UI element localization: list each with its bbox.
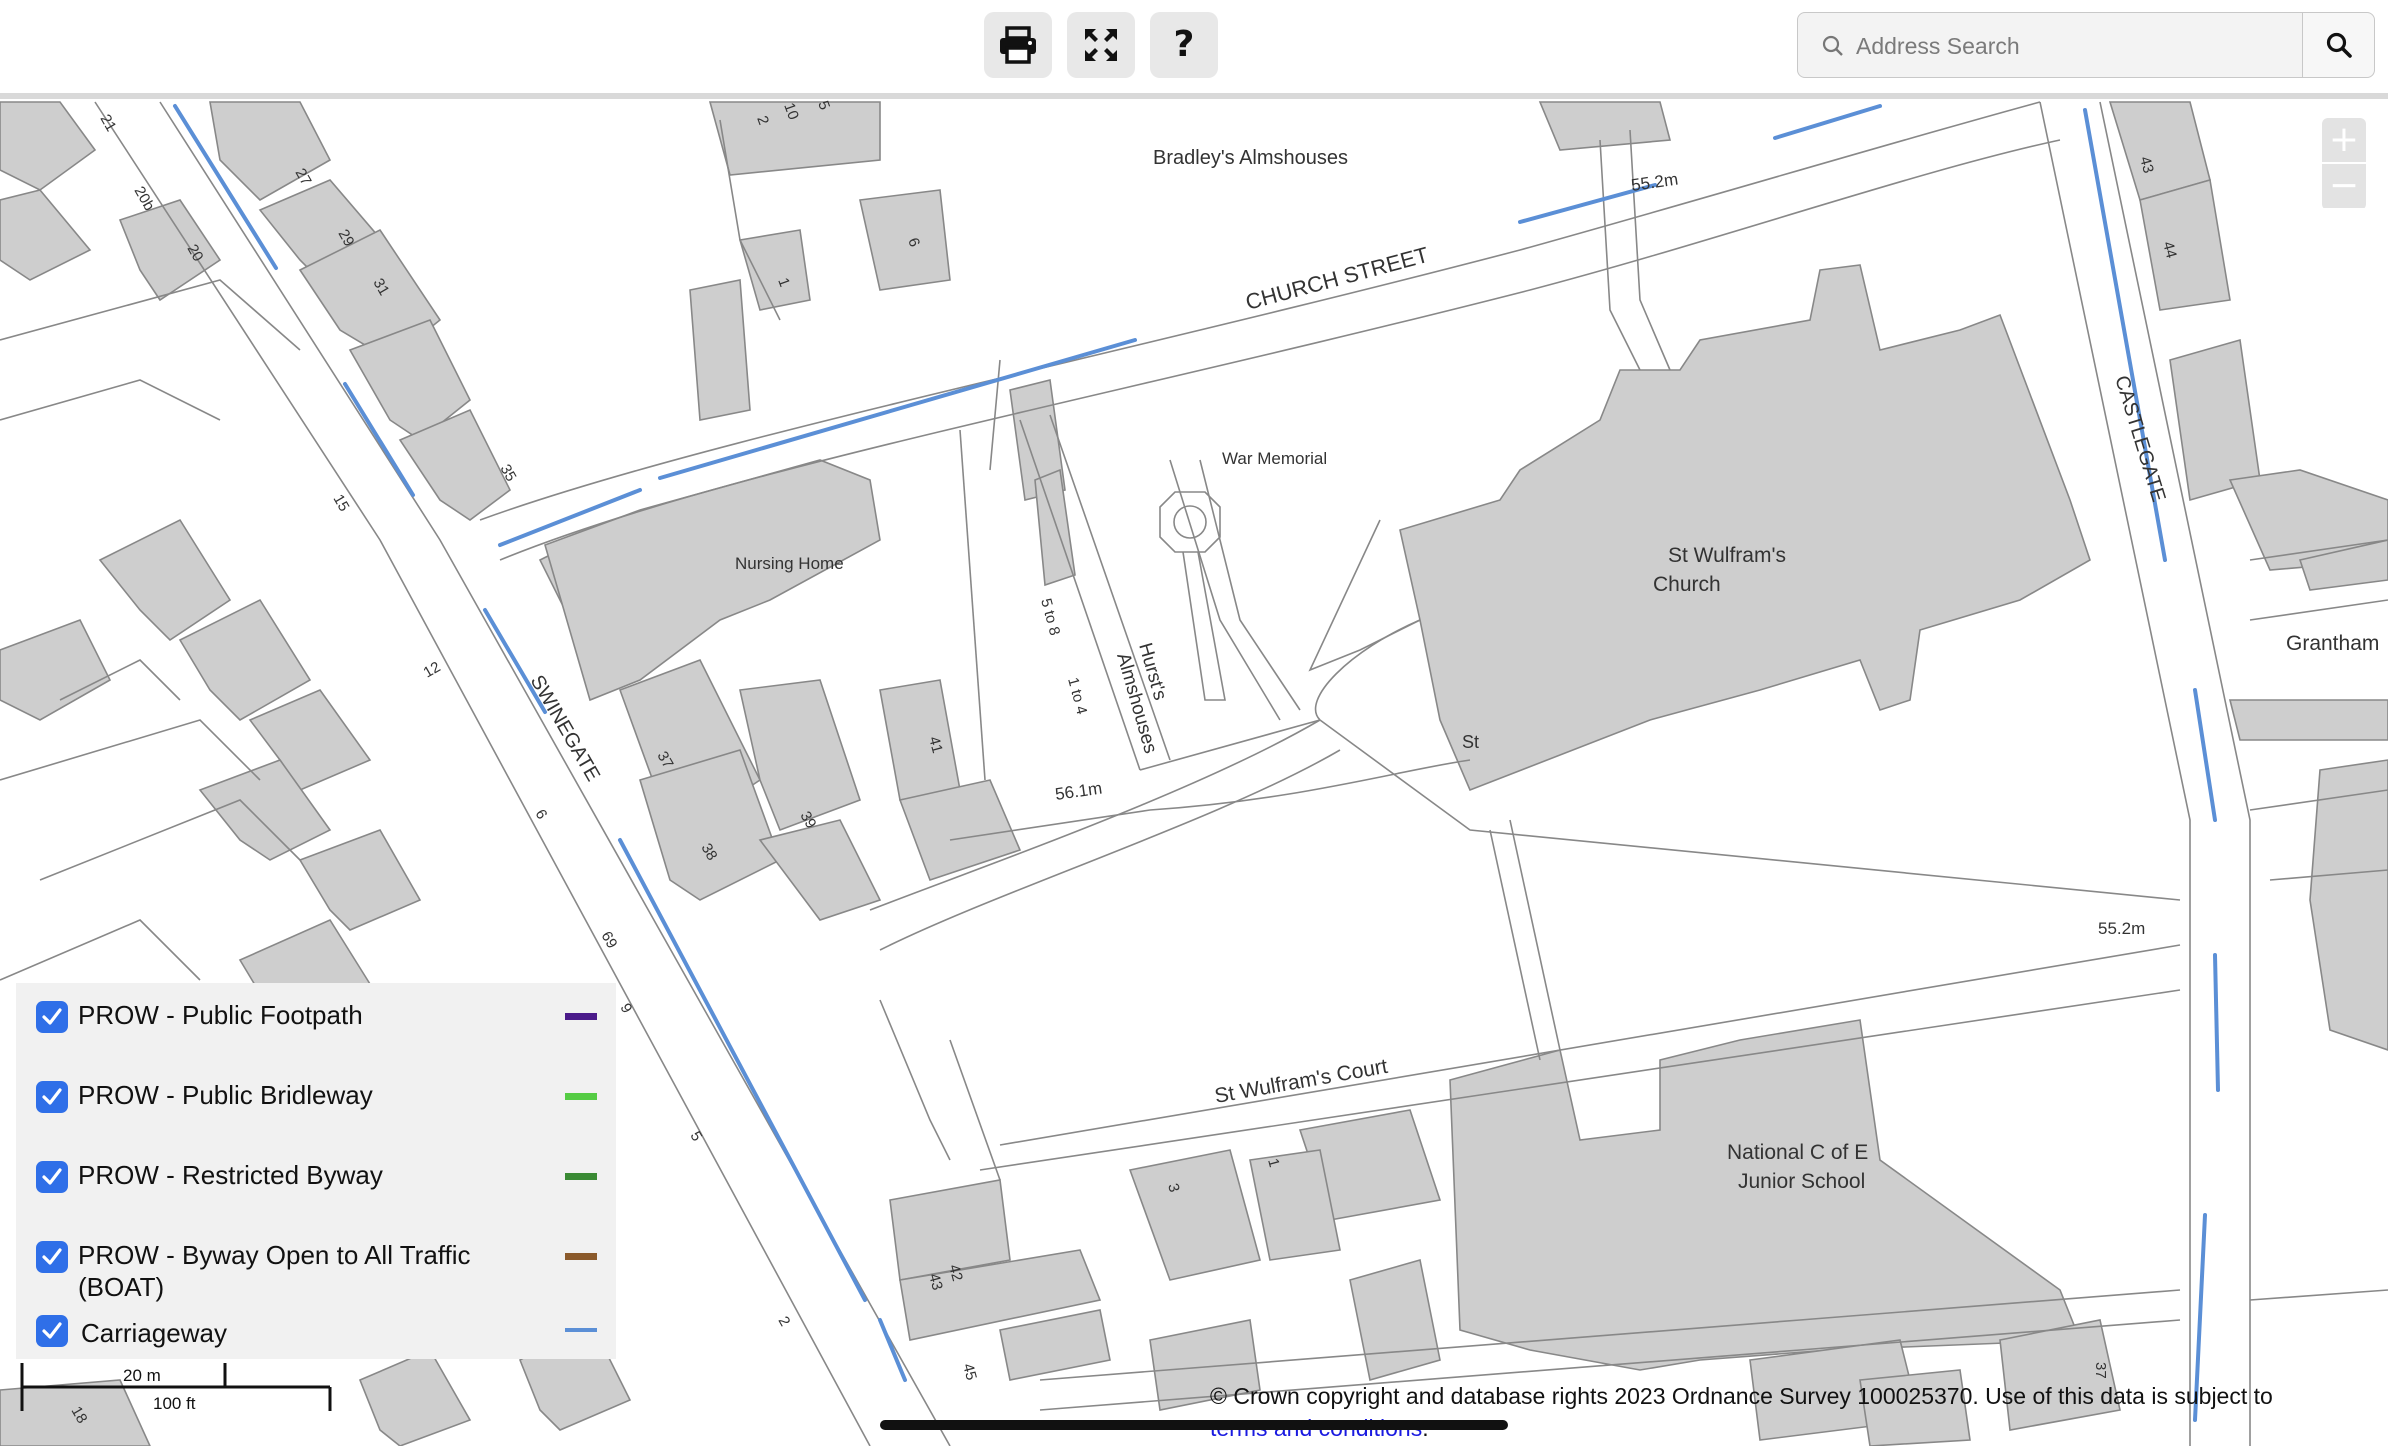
- checkbox-restricted-byway[interactable]: [36, 1161, 68, 1193]
- house-number: 5 to 8: [1037, 597, 1063, 638]
- scale-bar-lines: [20, 1363, 332, 1411]
- scale-imperial-label: 100 ft: [153, 1394, 196, 1413]
- zoom-in-button[interactable]: +: [2322, 118, 2366, 162]
- map-label: National C of E: [1727, 1141, 1868, 1164]
- house-number: 12: [421, 658, 444, 681]
- print-icon: [1000, 26, 1036, 64]
- house-number: 2: [775, 1314, 794, 1330]
- legend-swatch-restricted-byway: [565, 1173, 597, 1180]
- house-number: 9: [617, 1001, 636, 1017]
- search-icon: [1822, 35, 1843, 56]
- legend-item-carriageway[interactable]: Carriageway: [16, 1315, 616, 1359]
- legend-label: PROW - Restricted Byway: [78, 1160, 383, 1190]
- house-number: 45: [959, 1362, 980, 1383]
- check-icon: [42, 1008, 62, 1025]
- layer-legend: PROW - Public Footpath PROW - Public Bri…: [16, 983, 616, 1359]
- house-number: 5: [687, 1129, 706, 1145]
- print-button[interactable]: [984, 12, 1052, 78]
- home-indicator: [880, 1420, 1508, 1430]
- legend-label: Carriageway: [81, 1318, 227, 1348]
- map-label: 55.2m: [2098, 919, 2145, 938]
- house-number: 21: [97, 112, 120, 135]
- help-icon: ?: [1173, 24, 1195, 65]
- legend-item-boat[interactable]: PROW - Byway Open to All Traffic (BOAT): [16, 1233, 616, 1303]
- map-label: Junior School: [1738, 1170, 1865, 1193]
- map-label: St Wulfram's Court: [1213, 1055, 1390, 1108]
- check-icon: [42, 1322, 62, 1339]
- attribution-text: © Crown copyright and database rights 20…: [1210, 1383, 2273, 1409]
- legend-item-restricted-byway[interactable]: PROW - Restricted Byway: [16, 1153, 616, 1213]
- check-icon: [42, 1168, 62, 1185]
- map-label: 55.2m: [1630, 170, 1679, 195]
- scale-bar: 20 m 100 ft: [20, 1363, 340, 1423]
- legend-label: PROW - Public Footpath: [78, 1000, 363, 1030]
- check-icon: [42, 1088, 62, 1105]
- scale-metric-label: 20 m: [123, 1366, 161, 1385]
- check-icon: [42, 1248, 62, 1265]
- help-button[interactable]: ?: [1150, 12, 1218, 78]
- search-button[interactable]: [2302, 13, 2374, 77]
- legend-item-footpath[interactable]: PROW - Public Footpath: [16, 993, 616, 1053]
- map-label: St: [1462, 732, 1479, 752]
- map-label: Grantham: [2286, 632, 2379, 655]
- top-toolbar: ?: [0, 0, 2388, 99]
- address-search: [1797, 12, 2375, 79]
- checkbox-bridleway[interactable]: [36, 1081, 68, 1113]
- legend-item-bridleway[interactable]: PROW - Public Bridleway: [16, 1073, 616, 1133]
- legend-swatch-footpath: [565, 1013, 597, 1020]
- checkbox-boat[interactable]: [36, 1241, 68, 1273]
- zoom-out-button[interactable]: −: [2322, 164, 2366, 208]
- map-label: St Wulfram's: [1668, 544, 1786, 567]
- legend-label: PROW - Byway Open to All Traffic (BOAT): [78, 1240, 471, 1302]
- checkbox-footpath[interactable]: [36, 1001, 68, 1033]
- map-label: Church: [1653, 573, 1721, 596]
- address-search-input[interactable]: [1854, 13, 2298, 79]
- legend-swatch-bridleway: [565, 1093, 597, 1100]
- map-label: War Memorial: [1222, 449, 1327, 468]
- legend-swatch-boat: [565, 1253, 597, 1260]
- search-icon: [2326, 32, 2352, 58]
- fullscreen-button[interactable]: [1067, 12, 1135, 78]
- house-number: 6: [532, 807, 551, 823]
- map-label: Bradley's Almshouses: [1153, 147, 1348, 169]
- legend-label: PROW - Public Bridleway: [78, 1080, 373, 1110]
- map-label: 56.1m: [1054, 779, 1103, 804]
- zoom-control: + −: [2322, 118, 2366, 210]
- map-label: CHURCH STREET: [1243, 242, 1431, 315]
- checkbox-carriageway[interactable]: [36, 1315, 68, 1347]
- map-attribution: © Crown copyright and database rights 20…: [1210, 1380, 2380, 1444]
- legend-swatch-carriageway: [565, 1328, 597, 1332]
- house-number: 1 to 4: [1064, 676, 1090, 717]
- house-number: 37: [2092, 1362, 2109, 1379]
- expand-arrows-icon: [1085, 29, 1117, 61]
- house-number: 15: [330, 492, 353, 515]
- map-label: Nursing Home: [735, 554, 844, 573]
